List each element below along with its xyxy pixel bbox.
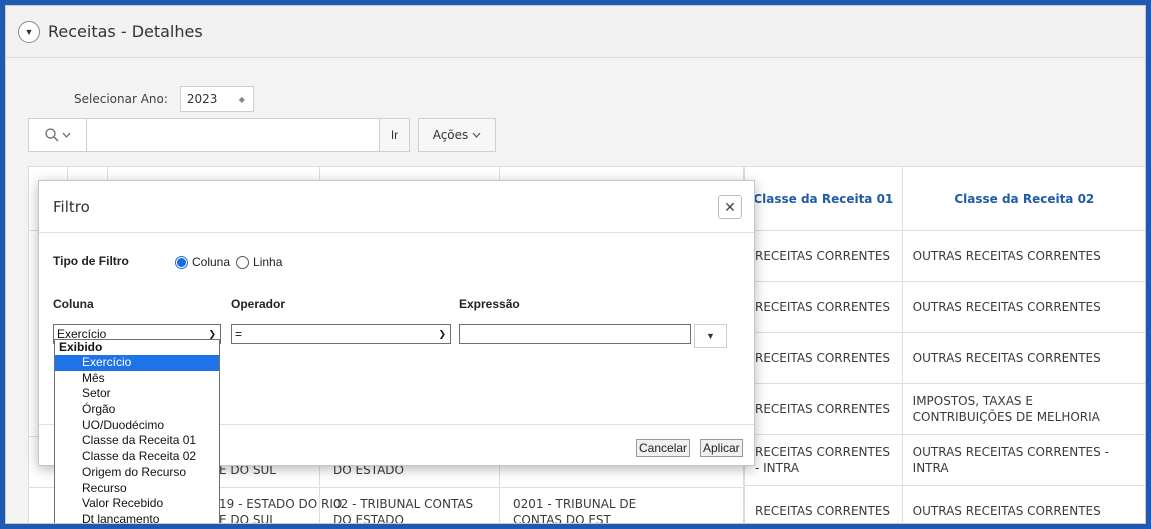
table-cell: E DO SUL <box>219 513 276 524</box>
dialog-title: Filtro <box>53 198 90 216</box>
search-box <box>28 118 380 152</box>
dropdown-option[interactable]: Classe da Receita 02 <box>55 449 219 465</box>
actions-button[interactable]: Ações <box>418 118 496 152</box>
chevron-down-icon: ❯ <box>208 328 216 339</box>
table-cell: OUTRAS RECEITAS CORRENTES - INTRA <box>901 434 1145 486</box>
radio-row-label: Linha <box>253 255 283 269</box>
search-icon <box>44 128 58 142</box>
table-header-row: Classe da Receita 01 Classe da Receita 0… <box>744 166 1145 231</box>
dropdown-option[interactable]: Recurso <box>55 481 219 497</box>
cancel-button[interactable]: Cancelar <box>636 439 691 457</box>
table-cell: 19 - ESTADO DO RIO <box>219 497 343 511</box>
table-cell: RECEITAS CORRENTES <box>744 383 903 435</box>
operator-select-value: = <box>235 327 243 341</box>
go-button[interactable]: Ir <box>380 118 410 152</box>
column-header-classe-02[interactable]: Classe da Receita 02 <box>901 166 1145 231</box>
table-cell: RECEITAS CORRENTES <box>744 230 903 282</box>
dropdown-option[interactable]: Origem do Recurso <box>55 465 219 481</box>
dropdown-option[interactable]: Setor <box>55 386 219 402</box>
table-cell: RECEITAS CORRENTES <box>744 485 903 523</box>
chevron-down-icon: ❯ <box>438 328 446 339</box>
chevron-down-icon <box>62 132 70 138</box>
table-cell: DO ESTADO <box>333 513 404 524</box>
expression-input[interactable] <box>459 324 691 344</box>
table-cell: 0201 - TRIBUNAL DE <box>513 497 637 511</box>
search-column-menu[interactable] <box>29 119 87 151</box>
report-toolbar: Ir Ações <box>28 118 496 152</box>
table-row: RECEITAS CORRENTES IMPOSTOS, TAXAS E CON… <box>744 383 1145 435</box>
operator-select[interactable]: = ❯ <box>231 324 451 344</box>
year-filter: Selecionar Ano: 2023 ◆ <box>74 86 254 112</box>
column-header-classe-01[interactable]: Classe da Receita 01 <box>744 166 903 231</box>
dropdown-option[interactable]: Valor Recebido <box>55 496 219 512</box>
radio-column-label: Coluna <box>192 255 231 269</box>
dropdown-option[interactable]: Mês <box>55 371 219 387</box>
year-select[interactable]: 2023 ◆ <box>179 86 254 112</box>
collapse-toggle-icon[interactable]: ▼ <box>18 20 40 43</box>
dropdown-option[interactable]: UO/Duodécimo <box>55 418 219 434</box>
region-header: ▼ Receitas - Detalhes <box>6 6 1145 58</box>
year-label: Selecionar Ano: <box>74 92 168 106</box>
dropdown-option[interactable]: Exercício <box>55 355 219 371</box>
apply-button[interactable]: Aplicar <box>700 439 743 457</box>
table-row: RECEITAS CORRENTES OUTRAS RECEITAS CORRE… <box>744 230 1145 282</box>
table-cell: OUTRAS RECEITAS CORRENTES <box>901 281 1145 333</box>
table-row: RECEITAS CORRENTES OUTRAS RECEITAS CORRE… <box>744 332 1145 384</box>
dialog-header: Filtro ✕ <box>39 181 754 233</box>
radio-column[interactable] <box>175 255 188 269</box>
dropdown-group-label: Exibido <box>59 340 103 354</box>
table-row: RECEITAS CORRENTES OUTRAS RECEITAS CORRE… <box>744 485 1145 523</box>
actions-label: Ações <box>432 128 469 142</box>
table-cell: RECEITAS CORRENTES - INTRA <box>744 434 903 486</box>
table-cell: RECEITAS CORRENTES <box>744 332 903 384</box>
table-cell: CONTAS DO EST <box>513 513 611 524</box>
data-table: Classe da Receita 01 Classe da Receita 0… <box>744 166 1145 523</box>
table-row: RECEITAS CORRENTES OUTRAS RECEITAS CORRE… <box>744 281 1145 333</box>
table-cell: RECEITAS CORRENTES <box>744 281 903 333</box>
dropdown-option[interactable]: Órgão <box>55 402 219 418</box>
radio-row[interactable] <box>236 255 250 269</box>
table-cell: OUTRAS RECEITAS CORRENTES <box>901 485 1145 523</box>
column-dropdown-list: Exibido Exercício Mês Setor Órgão UO/Duo… <box>54 339 220 523</box>
expression-dropdown-button[interactable]: ▼ <box>694 324 727 348</box>
search-input[interactable] <box>87 119 379 151</box>
dropdown-option[interactable]: Dt lancamento <box>55 512 219 523</box>
region-title: Receitas - Detalhes <box>48 22 203 41</box>
year-value: 2023 <box>186 92 218 106</box>
filter-type-label: Tipo de Filtro <box>53 254 129 268</box>
page-frame: ▼ Receitas - Detalhes Selecionar Ano: 20… <box>5 5 1146 524</box>
operator-label: Operador <box>231 297 286 311</box>
filter-type-radio-group: Coluna Linha <box>175 255 282 269</box>
table-cell: OUTRAS RECEITAS CORRENTES <box>901 332 1145 384</box>
table-cell: 02 - TRIBUNAL CONTAS <box>333 497 474 511</box>
expression-label: Expressão <box>459 297 520 311</box>
table-row: RECEITAS CORRENTES - INTRA OUTRAS RECEIT… <box>744 434 1145 486</box>
column-label: Coluna <box>53 297 94 311</box>
chevron-down-icon <box>472 132 481 138</box>
close-icon[interactable]: ✕ <box>718 195 742 219</box>
dropdown-option[interactable]: Classe da Receita 01 <box>55 433 219 449</box>
table-cell: IMPOSTOS, TAXAS E CONTRIBUIÇÕES DE MELHO… <box>901 383 1145 435</box>
table-cell: OUTRAS RECEITAS CORRENTES <box>901 230 1145 282</box>
updown-arrow-icon: ◆ <box>238 94 245 104</box>
